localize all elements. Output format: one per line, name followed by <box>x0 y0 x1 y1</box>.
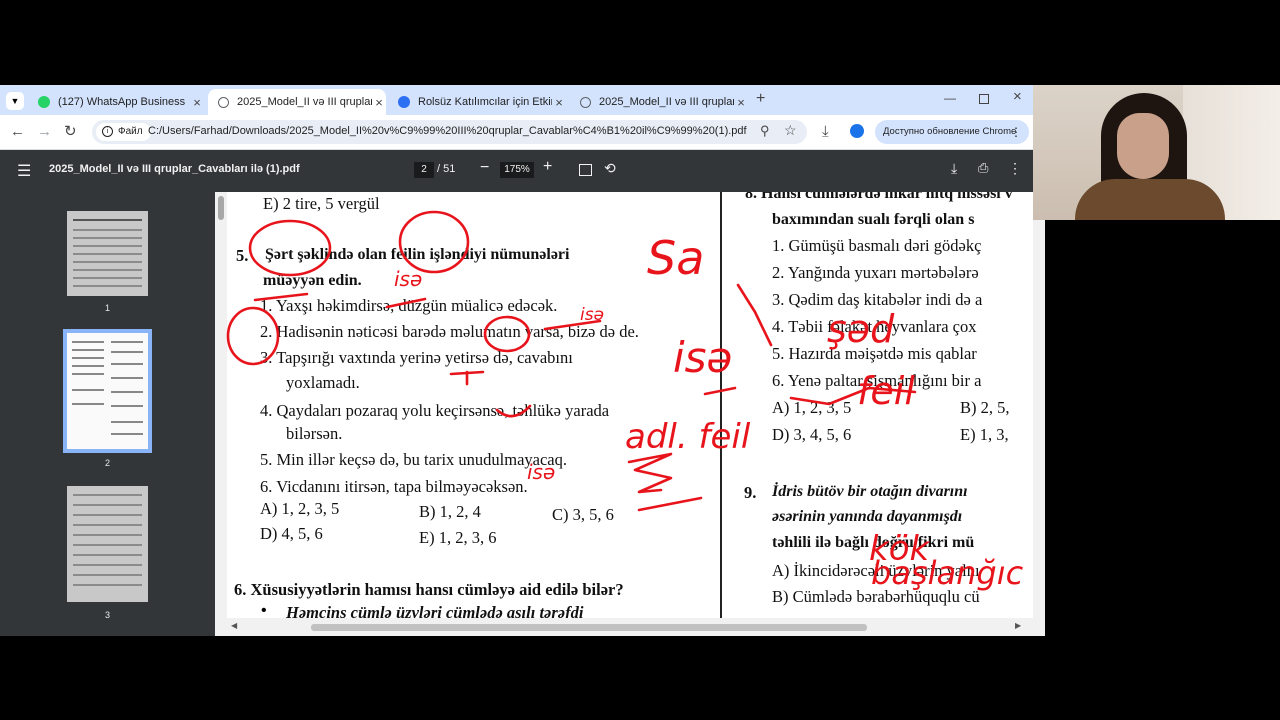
close-icon[interactable]: × <box>372 95 386 110</box>
profile-avatar-icon[interactable] <box>850 124 864 138</box>
page-thumbnail-2[interactable] <box>63 329 152 453</box>
download-icon[interactable]: ⤓ <box>822 123 829 141</box>
scroll-right-arrow-icon[interactable]: ▶ <box>1015 621 1021 630</box>
tab-search-button[interactable]: ▼ <box>6 92 24 110</box>
thumbnail-sidebar: 1 2 3 <box>0 192 215 636</box>
annotation-text: feil <box>857 369 915 413</box>
circle-mark <box>248 219 332 277</box>
zoom-in-button[interactable]: + <box>543 158 552 176</box>
underline-mark <box>253 292 309 302</box>
horizontal-scrollbar[interactable]: ◀ ▶ <box>215 618 1033 636</box>
tab-pdf-active[interactable]: 2025_Model_II və III qruplar_Ca × <box>208 89 386 115</box>
pdf-viewport[interactable]: E) 2 tire, 5 vergül 5. Şərt şəklində ola… <box>215 192 1033 636</box>
annotation-text: şəd <box>827 307 895 351</box>
hamburger-menu-icon[interactable]: ☰ <box>17 161 31 181</box>
page-thumbnail-1[interactable] <box>67 211 148 296</box>
tab-zoom[interactable]: Rolsüz Katılımcılar için Etkinlik : × <box>388 89 566 115</box>
close-icon[interactable]: × <box>734 95 748 110</box>
restore-button[interactable] <box>979 94 989 104</box>
annotation-text: Sa <box>647 231 704 285</box>
close-icon[interactable]: × <box>190 95 204 110</box>
zoom-out-button[interactable]: − <box>480 159 489 177</box>
thumbnail-label: 2 <box>104 458 110 468</box>
circle-mark <box>226 306 280 366</box>
pen-annotations: Sa isə isə isə isə şəd feil adl. feil kö… <box>226 210 1024 592</box>
browser-window: ▼ (127) WhatsApp Business × 2025_Model_I… <box>0 85 1033 636</box>
tab-pdf-2[interactable]: 2025_Model_II və III qruplar_Ca × <box>570 89 748 115</box>
url-text: C:/Users/Farhad/Downloads/2025_Model_II%… <box>148 125 747 137</box>
new-tab-button[interactable]: + <box>756 90 765 108</box>
thumbnail-label: 1 <box>104 303 110 313</box>
underline-mark <box>637 496 703 512</box>
scroll-thumb[interactable] <box>311 624 867 631</box>
viewport-edge <box>1033 220 1045 636</box>
rotate-icon[interactable]: ⟲ <box>604 160 616 177</box>
fit-page-icon[interactable] <box>579 164 592 176</box>
bookmark-star-icon[interactable]: ☆ <box>784 122 797 139</box>
tab-whatsapp[interactable]: (127) WhatsApp Business × <box>28 89 204 115</box>
address-bar[interactable]: i Файл C:/Users/Farhad/Downloads/2025_Mo… <box>92 120 807 144</box>
pdf-filename: 2025_Model_II və III qruplar_Cavabları i… <box>49 163 300 175</box>
webcam-video <box>1033 85 1280 220</box>
zoom-icon <box>398 96 410 108</box>
chevron-down-icon: ▼ <box>10 96 20 106</box>
presenter-torso <box>1075 179 1225 220</box>
print-icon[interactable]: ⎙ <box>978 160 988 176</box>
reload-icon[interactable]: ↻ <box>64 123 77 141</box>
bracket-mark <box>627 452 673 494</box>
whatsapp-icon <box>38 96 50 108</box>
zoom-magnifier-icon[interactable]: ⚲ <box>760 123 770 139</box>
thumbnail-label: 3 <box>104 610 110 620</box>
annotation-text: başlanğıc <box>871 554 1024 592</box>
underline-mark <box>495 404 532 418</box>
pdf-toolbar: ☰ 2025_Model_II və III qruplar_Cavabları… <box>0 150 1033 192</box>
zoom-level-input[interactable]: 175% <box>500 162 534 178</box>
file-chip-label: Файл <box>118 126 143 137</box>
arrow-mark <box>736 283 773 347</box>
annotation-text: isə <box>580 305 604 325</box>
circle-mark <box>483 315 531 353</box>
tab-title: 2025_Model_II və III qruplar_Ca <box>599 96 734 108</box>
kebab-menu-icon: ⋮ <box>1010 125 1022 139</box>
globe-icon <box>580 96 591 108</box>
forward-arrow-icon[interactable]: → <box>37 123 52 141</box>
browser-toolbar: ← → ↻ i Файл C:/Users/Farhad/Downloads/2… <box>0 115 1033 150</box>
close-window-button[interactable]: × <box>1013 88 1022 105</box>
tab-strip: ▼ (127) WhatsApp Business × 2025_Model_I… <box>0 85 1033 115</box>
tab-title: (127) WhatsApp Business <box>58 96 186 108</box>
annotation-text: isə <box>527 460 555 484</box>
annotation-text: isə <box>394 267 422 291</box>
page-number-input[interactable]: 2 <box>414 162 434 178</box>
chrome-update-button[interactable]: Доступно обновление Chrome ⋮ <box>875 120 1029 144</box>
underline-mark <box>449 370 485 386</box>
presenter-face <box>1117 113 1169 179</box>
globe-icon <box>218 96 229 108</box>
tab-title: Rolsüz Katılımcılar için Etkinlik : <box>418 96 552 108</box>
page-thumbnail-3[interactable] <box>67 486 148 602</box>
close-icon[interactable]: × <box>552 95 566 110</box>
more-options-icon[interactable]: ⋮ <box>1008 160 1022 177</box>
zoom-level: 175% <box>504 164 530 175</box>
scroll-left-arrow-icon[interactable]: ◀ <box>231 621 237 630</box>
annotation-text: adl. feil <box>625 417 751 457</box>
info-icon: i <box>102 126 113 137</box>
page-total: / 51 <box>437 163 456 175</box>
download-icon[interactable]: ⤓ <box>951 160 957 177</box>
update-label: Доступно обновление Chrome <box>883 126 1017 137</box>
annotation-text: isə <box>673 333 732 382</box>
circle-mark <box>398 210 470 274</box>
underline-mark <box>385 297 427 309</box>
arrow-mark <box>703 386 737 396</box>
file-chip[interactable]: i Файл <box>96 123 151 141</box>
minimize-button[interactable]: — <box>944 91 956 105</box>
page-current: 2 <box>421 164 427 175</box>
tab-title: 2025_Model_II və III qruplar_Ca <box>237 96 372 108</box>
back-arrow-icon[interactable]: ← <box>10 123 25 141</box>
